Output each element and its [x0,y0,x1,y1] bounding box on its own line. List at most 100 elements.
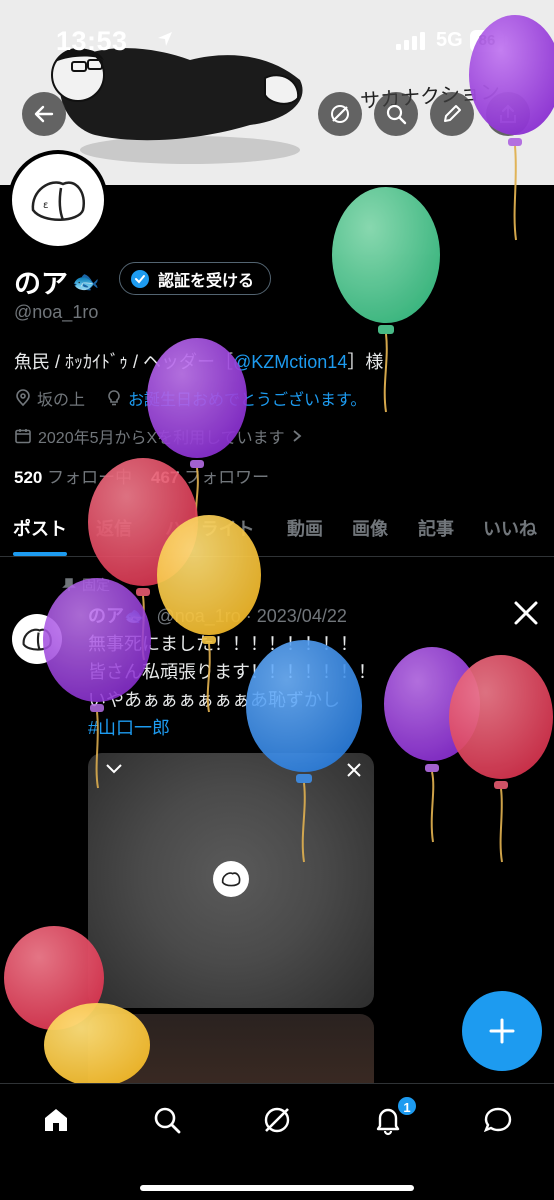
post-author-name[interactable]: のア [88,606,124,626]
tab-posts[interactable]: ポスト [13,500,67,556]
network-type: 5G [436,29,463,51]
compose-post-button[interactable] [462,991,542,1071]
post-author-emoji: 🐟 [124,606,147,626]
search-icon [386,104,407,125]
post-hashtag-link[interactable]: #山口一郎 [88,714,170,740]
calendar-icon [15,429,31,444]
active-tab-indicator [13,552,67,556]
location-text: 坂の上 [37,392,86,409]
tab-likes-label: いいね [483,519,537,539]
search-icon [154,1107,181,1134]
joined-date-text: 2020年5月からXを利用しています [38,430,285,447]
website-item[interactable]: お誕生日おめでとうございます。 [105,386,366,410]
followers-count: 467 [151,468,180,487]
tab-photos[interactable]: 画像 [352,500,388,541]
post-handle-date: @noa_1ro · 2023/04/22 [156,606,347,626]
bio-prefix: 魚民 / ﾎｯｶｲﾄﾞｩ / ヘッダー［ [14,352,234,372]
media-avatar-badge [213,861,249,897]
post-avatar[interactable] [12,614,62,664]
pencil-icon [444,105,461,122]
post-media-second[interactable] [88,1014,374,1094]
pinned-indicator: 固定 [62,575,110,595]
share-button[interactable] [486,92,530,136]
bio-suffix: ］様 [347,352,384,372]
profile-avatar[interactable]: ε [8,150,108,250]
get-verified-button[interactable]: 認証を受ける [119,262,272,295]
tab-replies-label: 返信 [96,519,132,539]
fish-emoji: 🐟 [72,268,100,294]
get-verified-label: 認証を受ける [158,272,255,290]
svg-text:ε: ε [43,200,48,211]
post-text-line-2: 皆さん私頑張ります！！！！！！！ [88,662,376,682]
joined-date-row[interactable]: 2020年5月からXを利用しています [14,424,303,448]
cellular-signal-icon [396,32,425,50]
nav-home[interactable] [36,1100,76,1140]
tab-posts-label: ポスト [13,519,67,539]
nav-messages[interactable] [478,1100,518,1140]
profile-meta: 坂の上 お誕生日おめでとうございます。 [14,386,386,410]
battery-tip [505,36,508,45]
profile-handle: @noa_1ro [14,302,99,322]
nav-grok[interactable] [257,1100,297,1140]
nav-search[interactable] [147,1100,187,1140]
tab-likes[interactable]: いいね [483,500,537,541]
plus-icon [489,1018,515,1044]
search-button[interactable] [374,92,418,136]
location-arrow-icon [158,32,172,46]
tab-photos-label: 画像 [352,519,388,539]
chevron-right-icon [293,430,302,442]
lightbulb-icon [108,390,120,406]
bottom-navigation: 1 [0,1083,554,1200]
home-indicator [140,1185,414,1191]
post-text-line-3: いやあぁぁぁぁぁぁあ恥ずかし [88,690,340,710]
grok-button[interactable] [318,92,362,136]
pin-icon [62,578,76,591]
location-item: 坂の上 [14,386,85,410]
following-link[interactable]: 520 フォロー中 [14,468,132,487]
status-time: 13:53 [56,26,128,56]
home-icon [45,1109,67,1131]
follow-stats: 520 フォロー中 467 フォロワー [14,463,269,488]
back-button[interactable] [22,92,66,136]
tab-highlights[interactable]: ハイライト [165,500,255,541]
website-link[interactable]: お誕生日おめでとうございます。 [128,386,366,410]
grok-icon [264,1107,290,1133]
post-text-line-1: 無事死にました！！！！！！！！ [88,634,358,654]
pinned-label: 固定 [82,577,110,593]
tab-videos-label: 動画 [287,519,323,539]
profile-tabs: ポスト 返信 ハイライト 動画 画像 記事 いいね [0,500,554,557]
edit-button[interactable] [430,92,474,136]
followers-link[interactable]: 467 フォロワー [151,468,269,487]
following-count: 520 [14,468,43,487]
balloon-green [332,187,440,413]
followers-label: フォロワー [184,468,270,487]
tab-articles-label: 記事 [418,519,454,539]
tab-highlights-label: ハイライト [165,519,255,539]
tab-replies[interactable]: 返信 [96,500,132,541]
profile-bio: 魚民 / ﾎｯｶｲﾄﾞｩ / ヘッダー［@KZMction14］様 [14,348,383,374]
verified-badge-icon [131,269,149,288]
post-header: のア🐟 @noa_1ro · 2023/04/22 [88,602,347,628]
tab-videos[interactable]: 動画 [287,500,323,541]
post-media-video[interactable] [88,753,374,1008]
x-logo-icon[interactable] [513,600,539,626]
battery-indicator: 86 [470,30,504,52]
status-bar: 13:53 5G 86 [0,0,554,80]
message-bubble-icon [483,1107,512,1133]
notification-badge: 1 [396,1095,418,1117]
profile-name-row: のア 🐟 [14,262,99,301]
following-label: フォロー中 [47,468,133,487]
avatar-image: ε [12,154,104,246]
balloon-red-right [449,655,553,863]
tab-articles[interactable]: 記事 [418,500,454,541]
chevron-down-icon[interactable] [104,761,124,777]
avatar-doodle-icon: ε [31,181,86,221]
avatar-doodle-icon [221,872,241,887]
profile-name: のア [14,269,68,299]
close-icon[interactable] [345,761,363,779]
balloon-purple-right [384,647,480,843]
avatar-doodle-icon [22,628,52,651]
bio-mention-link[interactable]: @KZMction14 [233,352,347,372]
location-pin-icon [16,389,30,407]
arrow-left-icon [34,105,54,123]
